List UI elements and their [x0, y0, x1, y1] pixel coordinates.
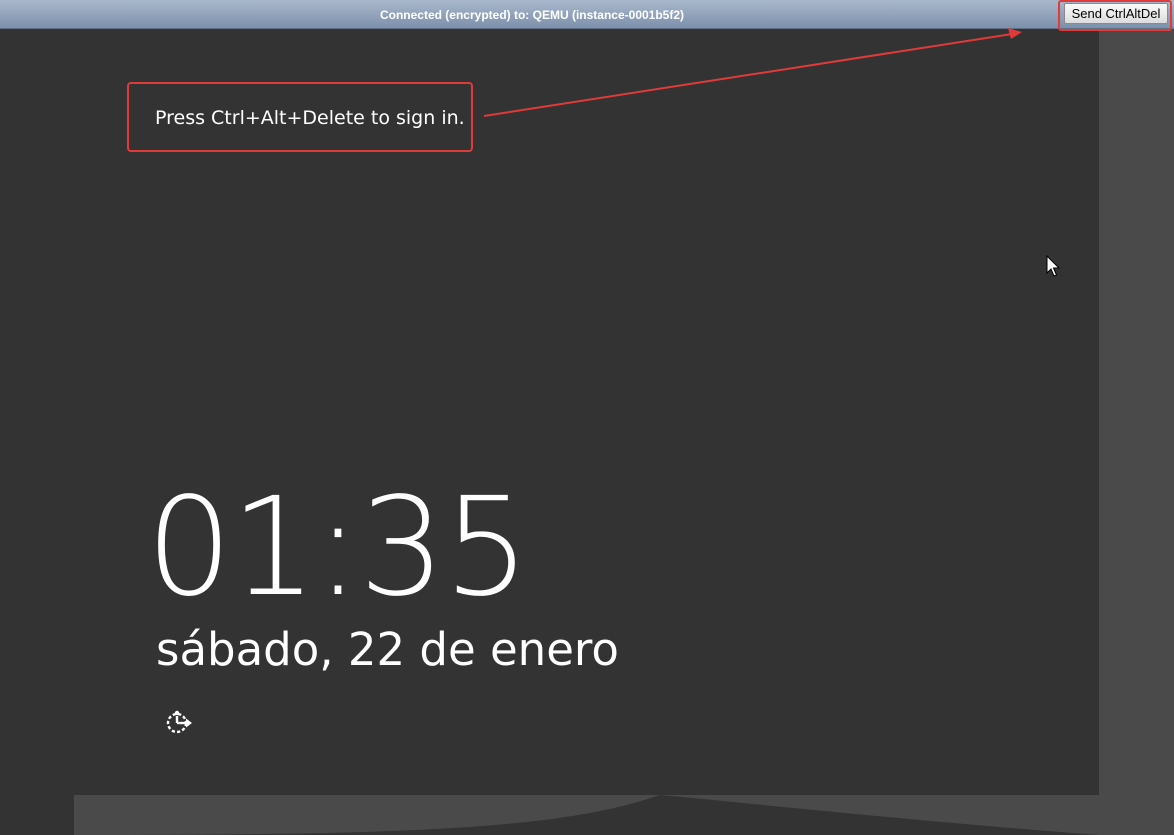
status-bar: Connected (encrypted) to: QEMU (instance… — [0, 0, 1174, 29]
console-margin-left — [0, 29, 74, 835]
mouse-pointer-icon — [1046, 255, 1061, 277]
console-margin-right — [1099, 29, 1174, 835]
vnc-console: Connected (encrypted) to: QEMU (instance… — [0, 0, 1174, 835]
ease-of-access-icon[interactable] — [165, 708, 193, 736]
lock-screen-time: 01:35 — [146, 469, 530, 627]
send-ctrl-alt-del-button[interactable]: Send CtrlAltDel — [1064, 3, 1168, 24]
lock-screen-date: sábado, 22 de enero — [156, 623, 619, 676]
instruction-callout: Press Ctrl+Alt+Delete to sign in. — [127, 82, 473, 152]
connection-status-text: Connected (encrypted) to: QEMU (instance… — [379, 8, 685, 22]
callout-text: Press Ctrl+Alt+Delete to sign in. — [155, 107, 465, 129]
